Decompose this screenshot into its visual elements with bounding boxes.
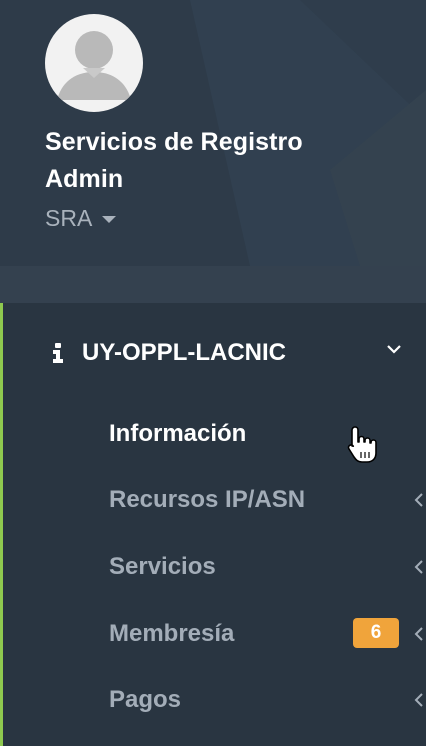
chevron-left-icon bbox=[414, 693, 423, 707]
caret-down-icon bbox=[102, 216, 117, 223]
user-profile-panel: Servicios de Registro Admin SRA bbox=[0, 0, 426, 266]
avatar[interactable] bbox=[45, 14, 143, 112]
menu-item-membresia[interactable]: Membresía 6 bbox=[3, 606, 426, 662]
profile-role-dropdown[interactable]: SRA bbox=[45, 200, 117, 236]
menu-item-recursos[interactable]: Recursos IP/ASN bbox=[3, 472, 426, 528]
profile-separator bbox=[0, 266, 426, 303]
sidebar-menu: UY-OPPL-LACNIC Información Recursos IP/A… bbox=[0, 303, 426, 746]
menu-group-header[interactable]: UY-OPPL-LACNIC bbox=[3, 323, 426, 383]
menu-item-label: Membresía bbox=[109, 620, 235, 647]
menu-item-label: Recursos IP/ASN bbox=[109, 486, 306, 513]
chevron-down-icon[interactable] bbox=[386, 343, 402, 355]
menu-item-label: Pagos bbox=[109, 686, 182, 713]
chevron-left-icon bbox=[414, 560, 423, 574]
menu-item-label: Información bbox=[109, 420, 247, 447]
notification-badge: 6 bbox=[353, 618, 399, 648]
chevron-left-icon bbox=[414, 627, 423, 641]
menu-item-label: Servicios bbox=[109, 553, 216, 580]
chevron-left-icon bbox=[414, 493, 423, 507]
profile-role-label: SRA bbox=[45, 205, 93, 231]
info-icon bbox=[53, 343, 63, 363]
menu-group-label: UY-OPPL-LACNIC bbox=[82, 339, 286, 366]
user-avatar-icon bbox=[57, 31, 131, 100]
menu-item-informacion[interactable]: Información bbox=[3, 406, 426, 462]
menu-item-pagos[interactable]: Pagos bbox=[3, 672, 426, 728]
menu-item-servicios[interactable]: Servicios bbox=[3, 539, 426, 595]
profile-name: Servicios de Registro Admin bbox=[45, 128, 303, 193]
sidebar: Servicios de Registro Admin SRA UY-OPPL-… bbox=[0, 0, 426, 746]
